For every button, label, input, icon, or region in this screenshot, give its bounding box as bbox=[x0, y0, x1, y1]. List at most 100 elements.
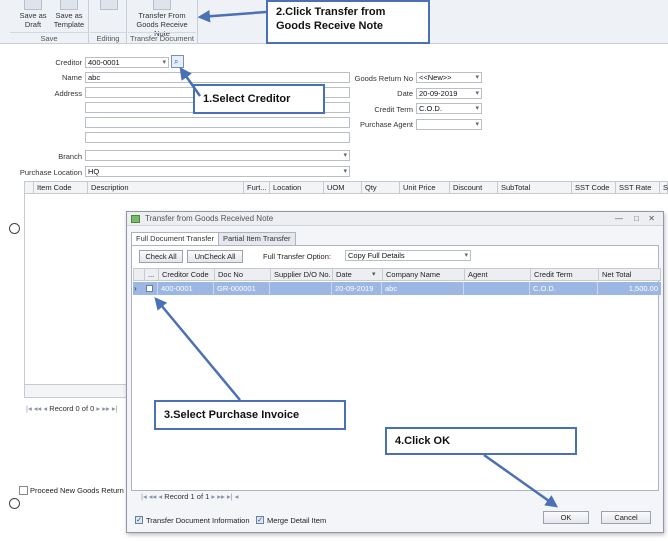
col-creditor-code[interactable]: Creditor Code bbox=[158, 269, 214, 280]
dialog-title: Transfer from Goods Received Note bbox=[145, 214, 274, 223]
resize-handle[interactable] bbox=[9, 223, 20, 234]
address-line-4[interactable] bbox=[85, 132, 350, 143]
col-description[interactable]: Description bbox=[87, 182, 243, 193]
grn-record-label: Record 1 of 1 bbox=[164, 492, 210, 501]
credit-term-label: Credit Term bbox=[374, 105, 413, 114]
credit-term-value: C.O.D. bbox=[419, 104, 442, 113]
lookup-icon: ⌕ bbox=[174, 57, 179, 66]
merge-detail-checkbox[interactable]: ✓ bbox=[256, 516, 264, 524]
editing-button[interactable] bbox=[94, 0, 124, 11]
purchase-location-value: HQ bbox=[88, 167, 100, 176]
creditor-lookup-button[interactable]: ⌕ bbox=[171, 55, 184, 68]
col-supplier-do[interactable]: Supplier D/O No. bbox=[270, 269, 332, 280]
col-further[interactable]: Furt... bbox=[243, 182, 269, 193]
purchase-agent-field[interactable] bbox=[416, 119, 482, 130]
col-uom[interactable]: UOM bbox=[323, 182, 361, 193]
col-sa[interactable]: Sa bbox=[659, 182, 668, 193]
ok-button[interactable]: OK bbox=[543, 511, 589, 524]
callout-step-3: 3.Select Purchase Invoice bbox=[154, 400, 346, 430]
nav-first-prev-icon[interactable]: |◂ ◂◂ ◂ bbox=[26, 404, 47, 413]
col-net-total[interactable]: Net Total bbox=[598, 269, 660, 280]
col-item-code[interactable]: Item Code bbox=[33, 182, 87, 193]
proceed-new-checkbox[interactable] bbox=[19, 486, 28, 495]
col-sst-rate[interactable]: SST Rate bbox=[615, 182, 659, 193]
save-as-template-button[interactable]: Save as Template bbox=[50, 0, 88, 29]
check-all-button[interactable]: Check All bbox=[139, 250, 183, 263]
col-qty[interactable]: Qty bbox=[361, 182, 399, 193]
nav-next-last-icon[interactable]: ▸ ▸▸ ▸| bbox=[96, 404, 117, 413]
purchase-location-field[interactable]: HQ bbox=[85, 166, 350, 177]
col-discount[interactable]: Discount bbox=[449, 182, 497, 193]
tab-full-document-transfer[interactable]: Full Document Transfer bbox=[131, 232, 219, 246]
col-company-name[interactable]: Company Name bbox=[382, 269, 464, 280]
cancel-button[interactable]: Cancel bbox=[601, 511, 651, 524]
purchase-agent-label: Purchase Agent bbox=[360, 120, 413, 129]
merge-detail-label: Merge Detail Item bbox=[267, 516, 327, 525]
creditor-field[interactable]: 400-0001 bbox=[85, 57, 169, 68]
date-label: Date bbox=[397, 89, 413, 98]
branch-label: Branch bbox=[58, 152, 82, 161]
full-transfer-option-value: Copy Full Details bbox=[348, 251, 405, 260]
close-icon[interactable]: ✕ bbox=[648, 212, 655, 226]
address-label: Address bbox=[54, 89, 82, 98]
sort-desc-icon: ▾ bbox=[372, 271, 376, 278]
cell-agent bbox=[463, 282, 529, 295]
cell-supplier-do bbox=[269, 282, 331, 295]
proceed-new-label: Proceed New Goods Return bbox=[30, 486, 124, 495]
editing-icon bbox=[100, 0, 118, 10]
name-value: abc bbox=[88, 73, 101, 82]
full-transfer-option-label: Full Transfer Option: bbox=[263, 252, 331, 261]
callout-step-2-line-2: Goods Receive Note bbox=[276, 20, 383, 32]
save-as-draft-button[interactable]: Save as Draft bbox=[14, 0, 52, 29]
col-subtotal[interactable]: SubTotal bbox=[497, 182, 571, 193]
date-field[interactable]: 20-09-2019 bbox=[416, 88, 482, 99]
nav-next-last-icon[interactable]: ▸ ▸▸ ▸| ◂ bbox=[211, 492, 238, 501]
uncheck-all-button[interactable]: UnCheck All bbox=[187, 250, 243, 263]
items-grid-body[interactable] bbox=[24, 194, 132, 384]
col-location[interactable]: Location bbox=[269, 182, 323, 193]
group-caption-transfer: Transfer Document bbox=[128, 32, 196, 43]
col-unit-price[interactable]: Unit Price bbox=[399, 182, 449, 193]
transfer-doc-info-checkbox[interactable]: ✓ bbox=[135, 516, 143, 524]
grn-grid-header: ... Creditor Code Doc No Supplier D/O No… bbox=[133, 268, 661, 281]
maximize-icon[interactable]: □ bbox=[634, 212, 639, 226]
full-transfer-option-select[interactable]: Copy Full Details bbox=[345, 250, 471, 261]
name-field[interactable]: abc bbox=[85, 72, 350, 83]
cell-doc-no: GR-000001 bbox=[213, 282, 269, 295]
ribbon-divider bbox=[197, 0, 198, 44]
cell-net-total: 1,500.00 bbox=[597, 282, 661, 295]
cell-creditor-code: 400-0001 bbox=[157, 282, 213, 295]
col-sst-code[interactable]: SST Code bbox=[571, 182, 615, 193]
name-label: Name bbox=[61, 73, 82, 82]
grn-grid-navigator: |◂ ◂◂ ◂ Record 1 of 1 ▸ ▸▸ ▸| ◂ bbox=[141, 492, 238, 501]
creditor-label: Creditor bbox=[55, 58, 82, 67]
group-caption-save: Save bbox=[10, 32, 88, 43]
col-agent[interactable]: Agent bbox=[464, 269, 530, 280]
tab-partial-item-transfer[interactable]: Partial Item Transfer bbox=[218, 232, 296, 245]
nav-first-prev-icon[interactable]: |◂ ◂◂ ◂ bbox=[141, 492, 162, 501]
ribbon-divider bbox=[88, 0, 89, 44]
creditor-value: 400-0001 bbox=[88, 58, 120, 67]
ribbon-divider bbox=[126, 0, 127, 44]
goods-return-no-value: <<New>> bbox=[419, 73, 452, 82]
col-doc-no[interactable]: Doc No bbox=[214, 269, 270, 280]
date-value: 20-09-2019 bbox=[419, 89, 458, 98]
callout-step-2-line-1: 2.Click Transfer from bbox=[276, 6, 386, 18]
grn-row[interactable]: › 400-0001 GR-000001 20-09-2019 abc C.O.… bbox=[133, 282, 661, 295]
cell-company-name: abc bbox=[381, 282, 463, 295]
address-line-3[interactable] bbox=[85, 117, 350, 128]
save-draft-icon bbox=[24, 0, 42, 10]
credit-term-field[interactable]: C.O.D. bbox=[416, 103, 482, 114]
save-template-icon bbox=[60, 0, 78, 10]
goods-return-no-field[interactable]: <<New>> bbox=[416, 72, 482, 83]
col-credit-term[interactable]: Credit Term bbox=[530, 269, 598, 280]
col-select[interactable]: ... bbox=[144, 269, 158, 280]
transfer-dialog: Transfer from Goods Received Note — □ ✕ … bbox=[126, 211, 664, 533]
resize-handle[interactable] bbox=[9, 498, 20, 509]
transfer-doc-info-label: Transfer Document Information bbox=[146, 516, 250, 525]
branch-field[interactable] bbox=[85, 150, 350, 161]
items-grid-navigator: |◂ ◂◂ ◂ Record 0 of 0 ▸ ▸▸ ▸| bbox=[26, 404, 118, 413]
row-select-checkbox[interactable] bbox=[146, 285, 153, 292]
callout-step-2: 2.Click Transfer from Goods Receive Note bbox=[266, 0, 430, 44]
minimize-icon[interactable]: — bbox=[615, 212, 623, 226]
